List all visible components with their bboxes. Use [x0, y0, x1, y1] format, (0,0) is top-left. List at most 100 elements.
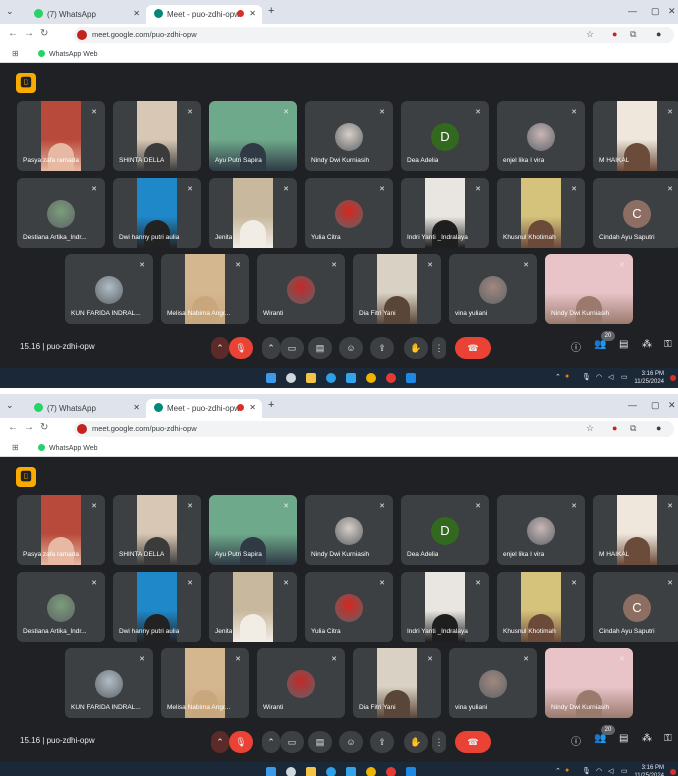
- participant-tile[interactable]: ✕ Wiranti: [257, 648, 345, 718]
- bookmark-star-icon[interactable]: ☆: [586, 423, 594, 434]
- windows-start-icon[interactable]: [266, 373, 276, 383]
- mic-options-chevron-icon[interactable]: ⌃: [211, 337, 229, 359]
- captions-icon[interactable]: ▤: [308, 731, 332, 753]
- site-info-icon[interactable]: [77, 424, 87, 434]
- participant-tile[interactable]: ✕ Dwi hanny putri aulia: [113, 572, 201, 642]
- raise-hand-icon[interactable]: ✋: [404, 337, 428, 359]
- profile-avatar-icon[interactable]: ●: [656, 423, 661, 433]
- reload-icon[interactable]: ↻: [40, 422, 48, 433]
- participant-tile[interactable]: ✕ Nindy Dwi Kurniasih: [305, 101, 393, 171]
- word-icon[interactable]: [406, 373, 416, 383]
- minimize-icon[interactable]: —: [628, 6, 637, 16]
- raise-hand-icon[interactable]: ✋: [404, 731, 428, 753]
- reload-icon[interactable]: ↻: [40, 28, 48, 39]
- wifi-icon[interactable]: ◠: [596, 767, 602, 775]
- participant-tile[interactable]: ✕ vina yuliani: [449, 648, 537, 718]
- camera-icon[interactable]: ▭: [280, 337, 304, 359]
- participant-tile[interactable]: ✕ vina yuliani: [449, 254, 537, 324]
- tab-search-chevron-icon[interactable]: ⌄: [6, 6, 14, 17]
- file-explorer-icon[interactable]: [306, 373, 316, 383]
- new-tab-icon[interactable]: +: [268, 5, 274, 17]
- mic-off-icon[interactable]: 🎙: [229, 731, 253, 753]
- emoji-icon[interactable]: ☺: [339, 731, 363, 753]
- system-clock[interactable]: 3:16 PM 11/25/2024: [634, 764, 664, 776]
- host-controls-icon[interactable]: ⚿: [664, 339, 672, 350]
- mic-options-chevron-icon[interactable]: ⌃: [211, 731, 229, 753]
- apps-grid-icon[interactable]: ⊞: [12, 49, 19, 58]
- close-tab-icon[interactable]: ✕: [249, 403, 256, 412]
- participant-tile[interactable]: ✕ Jenita: [209, 178, 297, 248]
- edge-icon[interactable]: [326, 767, 336, 776]
- participant-tile[interactable]: ✕ Ayu Putri Sapira: [209, 101, 297, 171]
- tray-mic-icon[interactable]: 🎙: [582, 373, 591, 381]
- participant-tile[interactable]: ✕ Khusnul Khotimah: [497, 572, 585, 642]
- search-icon[interactable]: [286, 373, 296, 383]
- more-icon[interactable]: ⋮: [432, 731, 446, 753]
- file-explorer-icon[interactable]: [306, 767, 316, 776]
- participant-tile[interactable]: ✕ Nindy Dwi Kurniasih: [545, 648, 633, 718]
- system-clock[interactable]: 3:16 PM 11/25/2024: [634, 370, 664, 386]
- host-badge-icon[interactable]: 🅱: [16, 73, 36, 93]
- participant-tile[interactable]: ✕ SHINTA DELLA: [113, 495, 201, 565]
- bookmark-whatsapp[interactable]: WhatsApp Web: [38, 50, 98, 58]
- participant-tile[interactable]: ✕ Dwi hanny putri aulia: [113, 178, 201, 248]
- participant-tile[interactable]: ✕ Destiana Artika_Indr...: [17, 178, 105, 248]
- more-icon[interactable]: ⋮: [432, 337, 446, 359]
- participant-tile[interactable]: ✕ Wiranti: [257, 254, 345, 324]
- participant-tile[interactable]: ✕ Yulia Citra: [305, 178, 393, 248]
- maximize-icon[interactable]: ▢: [651, 6, 660, 17]
- windows-start-icon[interactable]: [266, 767, 276, 776]
- tab-whatsapp[interactable]: (7) WhatsApp ✕: [26, 5, 146, 24]
- minimize-icon[interactable]: —: [628, 400, 637, 410]
- word-icon[interactable]: [406, 767, 416, 776]
- participant-tile[interactable]: ✕ Melisa Nabima Angr...: [161, 648, 249, 718]
- volume-icon[interactable]: ◁: [608, 767, 613, 775]
- camera-options-chevron-icon[interactable]: ⌃: [262, 337, 280, 359]
- host-controls-icon[interactable]: ⚿: [664, 733, 672, 744]
- end-call-icon[interactable]: ☎: [455, 337, 491, 359]
- people-icon[interactable]: 👥: [594, 733, 606, 744]
- forward-icon[interactable]: →: [24, 28, 34, 39]
- participant-tile[interactable]: ✕ Dia Fitri Yani: [353, 254, 441, 324]
- tab-whatsapp[interactable]: (7) WhatsApp ✕: [26, 399, 146, 418]
- wifi-icon[interactable]: ◠: [596, 373, 602, 381]
- participant-tile[interactable]: ✕ enjel lika I vira: [497, 495, 585, 565]
- chrome-icon[interactable]: [366, 767, 376, 776]
- extension-icon[interactable]: ●: [612, 423, 617, 433]
- people-icon[interactable]: 👥: [594, 339, 606, 350]
- tab-meet[interactable]: Meet - puo-zdhi-opw ✕: [146, 399, 262, 418]
- tab-meet[interactable]: Meet - puo-zdhi-opw ✕: [146, 5, 262, 24]
- participant-tile[interactable]: ✕ KUN FARIDA INDRAL...: [65, 254, 153, 324]
- info-icon[interactable]: ⓘ: [571, 733, 581, 748]
- extension-icon[interactable]: ●: [612, 29, 617, 39]
- participant-tile[interactable]: ✕ Indri Yanti _Indralaya: [401, 572, 489, 642]
- apps-grid-icon[interactable]: ⊞: [12, 443, 19, 452]
- extensions-puzzle-icon[interactable]: ⧉: [630, 423, 636, 434]
- participant-tile[interactable]: C ✕ Cindah Ayu Saputri: [593, 178, 678, 248]
- app-icon[interactable]: [386, 373, 396, 383]
- activities-icon[interactable]: ⁂: [642, 733, 652, 744]
- new-tab-icon[interactable]: +: [268, 399, 274, 411]
- close-tab-icon[interactable]: ✕: [133, 9, 140, 18]
- participant-tile[interactable]: ✕ Nindy Dwi Kurniasih: [305, 495, 393, 565]
- tray-app-icon[interactable]: ●: [565, 767, 569, 774]
- close-window-icon[interactable]: ✕: [668, 6, 676, 17]
- close-window-icon[interactable]: ✕: [668, 400, 676, 411]
- participant-tile[interactable]: ✕ Destiana Artika_Indr...: [17, 572, 105, 642]
- url-field[interactable]: meet.google.com/puo-zdhi-opw ☆ ● ⧉ ●: [74, 27, 674, 43]
- edge-icon[interactable]: [326, 373, 336, 383]
- notification-icon[interactable]: [670, 375, 676, 381]
- emoji-icon[interactable]: ☺: [339, 337, 363, 359]
- tray-mic-icon[interactable]: 🎙: [582, 767, 591, 775]
- participant-tile[interactable]: ✕ Melisa Nabima Angr...: [161, 254, 249, 324]
- participant-tile[interactable]: ✕ Nindy Dwi Kurniasih: [545, 254, 633, 324]
- present-icon[interactable]: ⇪: [370, 337, 394, 359]
- close-tab-icon[interactable]: ✕: [133, 403, 140, 412]
- chat-icon[interactable]: ▤: [619, 339, 628, 350]
- participant-tile[interactable]: ✕ Jenita: [209, 572, 297, 642]
- participant-tile[interactable]: ✕ Dia Fitri Yani: [353, 648, 441, 718]
- participant-tile[interactable]: ✕ KUN FARIDA INDRAL...: [65, 648, 153, 718]
- battery-icon[interactable]: ▭: [621, 767, 628, 775]
- chrome-icon[interactable]: [366, 373, 376, 383]
- maximize-icon[interactable]: ▢: [651, 400, 660, 411]
